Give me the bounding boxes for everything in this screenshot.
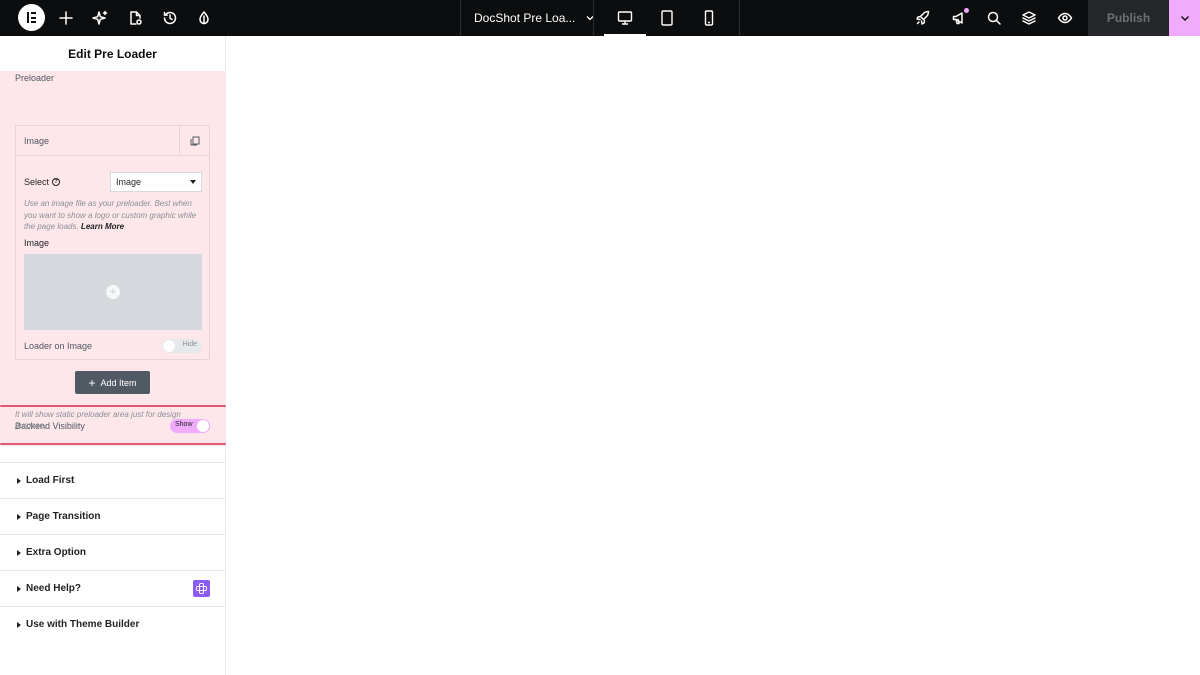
structure-layers-icon[interactable]: [1020, 9, 1038, 27]
history-icon[interactable]: [161, 9, 179, 27]
backend-visibility-description: It will show static preloader area just …: [15, 410, 181, 430]
repeater-item: Image Select ? Image Use an image file a…: [15, 125, 210, 360]
desktop-icon: [617, 11, 633, 25]
page-settings-icon[interactable]: [126, 9, 144, 27]
accordion-label: Page Transition: [26, 511, 101, 522]
repeater-item-header[interactable]: Image: [16, 126, 209, 156]
help-icon[interactable]: ?: [52, 178, 61, 186]
image-label: Image: [24, 238, 50, 248]
preview-eye-icon[interactable]: [1056, 9, 1074, 27]
section-label: Preloader: [15, 73, 55, 83]
notification-dot: [964, 8, 969, 13]
caret-right-icon: [17, 585, 21, 592]
help-widget-icon[interactable]: [193, 580, 210, 597]
publish-button[interactable]: Publish: [1088, 0, 1169, 36]
accordion-theme-builder[interactable]: Use with Theme Builder: [0, 606, 226, 642]
site-settings-icon[interactable]: [195, 9, 213, 27]
toggle-state: Hide: [182, 341, 197, 348]
select-label-wrap: Select ?: [24, 177, 61, 187]
caret-right-icon: [17, 513, 21, 520]
accordion-label: Load First: [26, 475, 75, 486]
accordion-need-help[interactable]: Need Help?: [0, 570, 226, 606]
document-title-dropdown[interactable]: DocShot Pre Loa...: [474, 0, 595, 36]
select-value: Image: [116, 177, 142, 187]
accordion-label: Extra Option: [26, 547, 87, 558]
add-item-label: Add Item: [100, 377, 137, 388]
image-upload-area[interactable]: +: [24, 254, 202, 330]
accordion-page-transition[interactable]: Page Transition: [0, 498, 226, 534]
add-image-icon: +: [106, 285, 120, 299]
learn-more-link[interactable]: Learn More: [81, 222, 124, 231]
caret-right-icon: [17, 477, 21, 484]
accordion-label: Need Help?: [26, 583, 82, 594]
tablet-icon: [661, 10, 673, 26]
select-control: Select ? Image: [24, 172, 202, 192]
add-item-button[interactable]: + Add Item: [75, 371, 150, 394]
tablet-device-button[interactable]: [646, 0, 688, 36]
rocket-icon[interactable]: [914, 9, 932, 27]
mobile-icon: [704, 10, 714, 26]
repeater-item-title: Image: [24, 136, 50, 146]
toggle-knob: [163, 340, 175, 352]
select-label: Select: [24, 177, 50, 187]
preloader-section: Preloader Image Select ? Image Use an im…: [0, 71, 226, 446]
add-icon[interactable]: [57, 9, 75, 27]
mobile-device-button[interactable]: [688, 0, 730, 36]
caret-right-icon: [17, 621, 21, 628]
top-bar: DocShot Pre Loa... Publish: [0, 0, 1200, 36]
loader-on-image-label: Loader on Image: [24, 341, 93, 351]
editor-panel: Edit Pre Loader Preloader Image Select ?…: [0, 36, 226, 675]
copy-icon: [190, 136, 199, 146]
loader-on-image-control: Loader on Image Hide: [24, 339, 202, 353]
elementor-logo-icon[interactable]: [18, 4, 45, 31]
accordion-load-first[interactable]: Load First: [0, 462, 226, 498]
panel-title: Edit Pre Loader: [68, 46, 157, 61]
highlight-border-bottom: [0, 443, 226, 445]
publish-options-button[interactable]: [1169, 0, 1200, 36]
preview-canvas[interactable]: [227, 36, 1200, 675]
accordion-label: Use with Theme Builder: [26, 619, 140, 630]
ai-sparkle-icon[interactable]: [91, 9, 109, 27]
select-description: Use an image file as your preloader. Bes…: [24, 198, 204, 233]
preloader-type-select[interactable]: Image: [110, 172, 202, 192]
loader-on-image-toggle[interactable]: Hide: [162, 339, 202, 353]
caret-down-icon: [190, 180, 196, 184]
chevron-down-icon: [1180, 16, 1189, 21]
duplicate-button[interactable]: [179, 126, 209, 156]
plus-icon: +: [88, 375, 96, 390]
caret-right-icon: [17, 549, 21, 556]
document-title: DocShot Pre Loa...: [474, 11, 576, 25]
search-icon[interactable]: [985, 9, 1003, 27]
accordion-extra-option[interactable]: Extra Option: [0, 534, 226, 570]
highlight-border-top: [0, 405, 226, 407]
desktop-device-button[interactable]: [604, 0, 646, 36]
